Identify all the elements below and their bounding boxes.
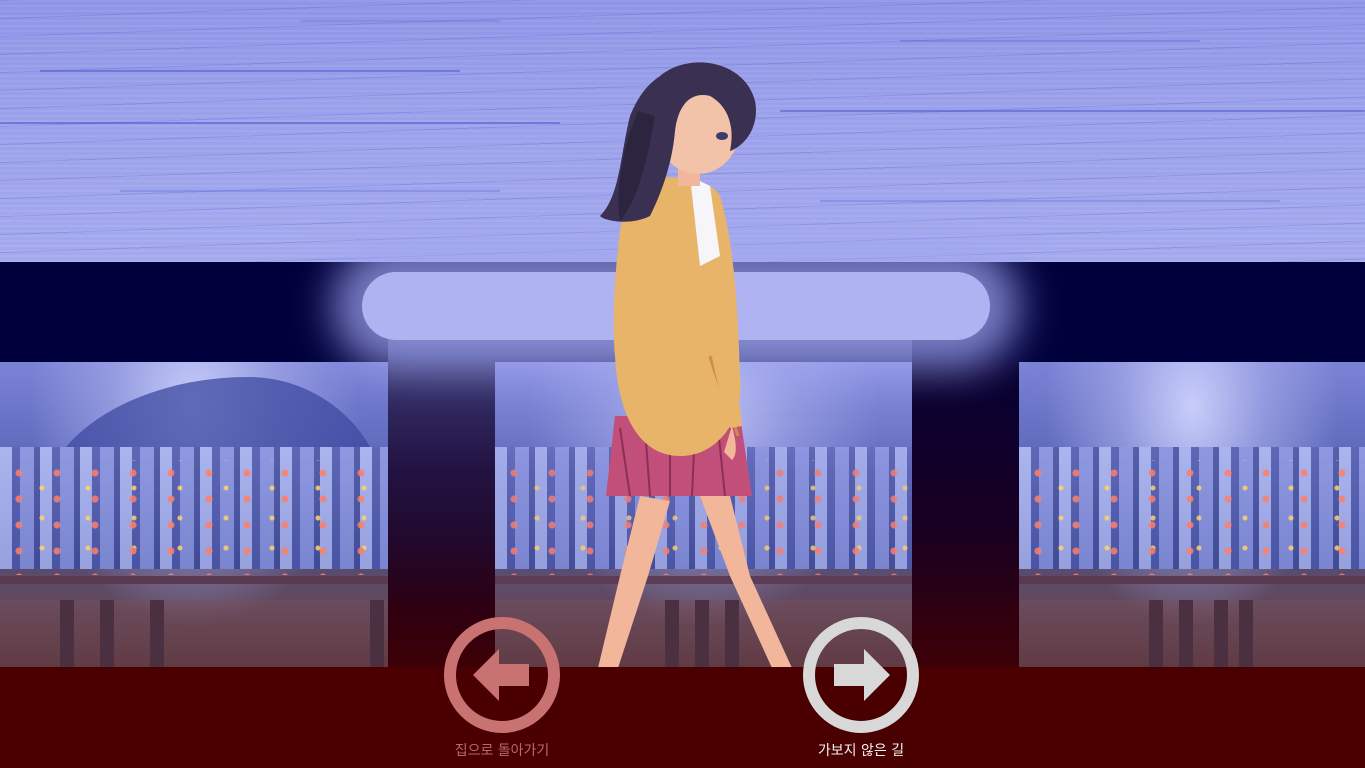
bridge-pillar (150, 599, 164, 667)
city-panel-left (0, 362, 388, 667)
untraveled-road-label[interactable]: 가보지 않은 길 (761, 740, 961, 760)
sky-streak (40, 70, 460, 72)
arrow-right-icon (803, 617, 919, 733)
bridge-pillar (370, 599, 384, 667)
bridge-pillar (1179, 599, 1193, 667)
bridge-pillar (60, 599, 74, 667)
arrow-left-icon (444, 617, 560, 733)
bottom-bar (0, 667, 1365, 768)
sky-streak (820, 200, 1280, 202)
city-panel-right (1019, 362, 1365, 667)
river (0, 599, 388, 667)
back-home-button[interactable] (443, 616, 561, 734)
back-home-label[interactable]: 집으로 돌아가기 (402, 740, 602, 760)
sky-streak (780, 110, 1365, 112)
bridge (1019, 575, 1365, 584)
sky-streak (0, 122, 560, 124)
sky-streak (300, 20, 500, 22)
bridge-pillar (1239, 599, 1253, 667)
city-lights (0, 459, 388, 576)
bridge (0, 575, 388, 584)
bridge-pillar (1149, 599, 1163, 667)
sky-streak (120, 190, 500, 192)
city-lights (1019, 459, 1365, 576)
girl-walking-sprite (598, 62, 792, 668)
untraveled-road-button[interactable] (802, 616, 920, 734)
sky-streak (900, 40, 1200, 42)
bridge-pillar (100, 599, 114, 667)
bridge-pillar (1214, 599, 1228, 667)
